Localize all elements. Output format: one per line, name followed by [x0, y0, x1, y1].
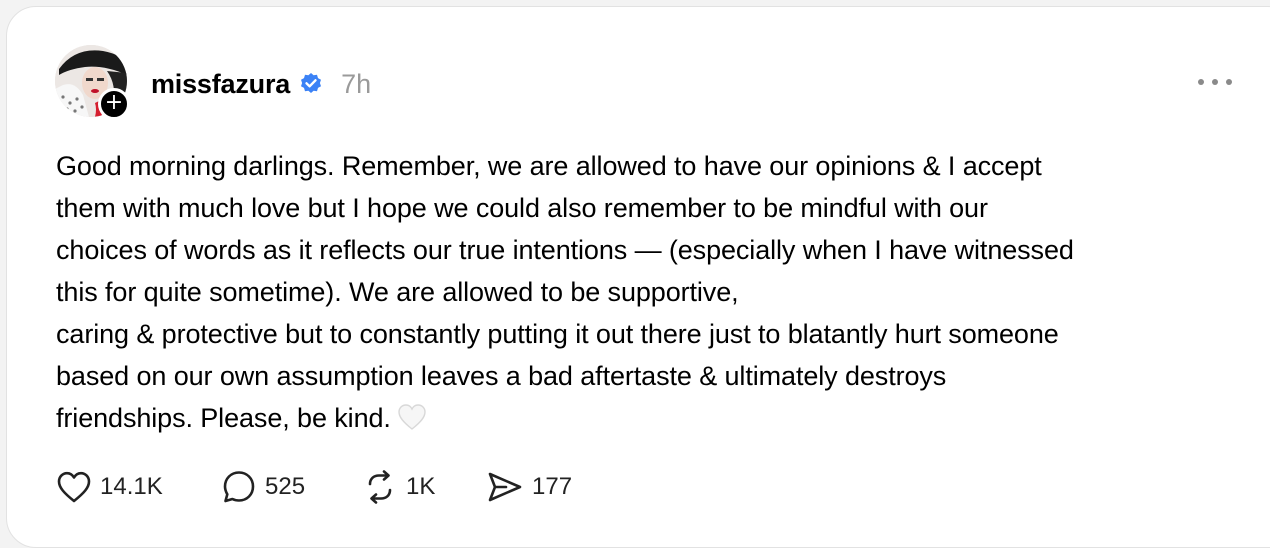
share-button[interactable]: 177 [486, 466, 572, 508]
post-text-line: them with much love but I hope we could … [56, 193, 988, 223]
post-text-line: friendships. Please, be kind. [56, 403, 391, 433]
share-count: 177 [532, 473, 573, 500]
post-text-line: choices of words as it reflects our true… [56, 235, 1074, 265]
repost-button[interactable]: 1K [362, 466, 435, 508]
post-text-line-last: friendships. Please, be kind. [56, 397, 1256, 439]
post-timestamp: 7h [341, 68, 372, 99]
reply-count: 525 [265, 473, 306, 500]
comment-icon [221, 469, 257, 505]
post-text-line: Good morning darlings. Remember, we are … [56, 151, 1042, 181]
repost-icon [362, 469, 398, 505]
more-options-icon[interactable] [1196, 70, 1236, 94]
post-text-line: this for quite sometime). We are allowed… [56, 277, 739, 307]
verified-badge-icon [299, 72, 323, 96]
follow-plus-icon[interactable]: + [98, 88, 130, 120]
white-heart-emoji-icon [397, 401, 427, 430]
like-count: 14.1K [100, 473, 163, 500]
post-text: Good morning darlings. Remember, we are … [56, 145, 1256, 439]
avatar-container: + [55, 45, 130, 120]
repost-count: 1K [406, 473, 436, 500]
post-header: missfazura 7h [151, 64, 371, 104]
username[interactable]: missfazura [151, 69, 290, 100]
like-button[interactable]: 14.1K [56, 466, 163, 508]
post-text-line: caring & protective but to constantly pu… [56, 319, 1059, 349]
reply-button[interactable]: 525 [221, 466, 305, 508]
post-text-line: based on our own assumption leaves a bad… [56, 361, 947, 391]
send-icon [486, 469, 524, 505]
heart-icon [56, 470, 92, 504]
